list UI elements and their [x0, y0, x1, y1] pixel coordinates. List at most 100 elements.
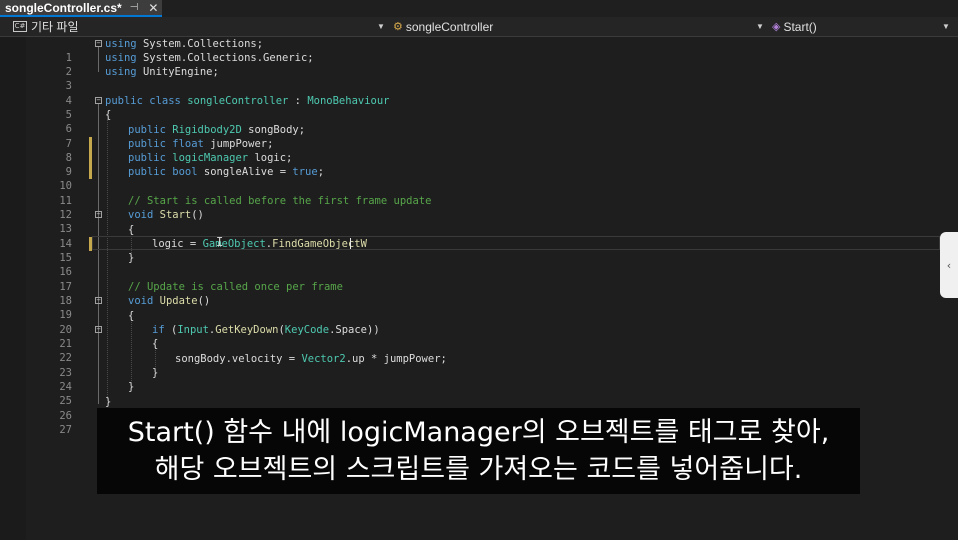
fold-toggle-icon[interactable]: − — [95, 97, 102, 104]
code-line: 3 using UnityEngine; — [0, 65, 940, 92]
fold-toggle-icon[interactable]: − — [95, 40, 102, 47]
pin-icon[interactable]: ⊣ — [130, 2, 139, 13]
keyword: void — [128, 209, 154, 221]
type: Input — [177, 324, 209, 336]
code-line: 6 { — [0, 108, 940, 135]
identifier: logic; — [254, 152, 293, 164]
namespace: UnityEngine; — [142, 66, 219, 78]
fold-toggle-icon[interactable]: − — [95, 297, 102, 304]
keyword: public — [128, 124, 166, 136]
keyword: using — [105, 38, 137, 50]
class-label: songleController — [405, 19, 494, 34]
keyword: public — [105, 95, 143, 107]
identifier: jumpPower; — [210, 138, 274, 150]
fold-toggle-icon[interactable]: − — [95, 211, 102, 218]
punctuation: () — [197, 295, 211, 307]
class-icon: ⚙ — [393, 21, 403, 33]
code-line: 12 // Start is called before the first f… — [0, 194, 940, 221]
code-line: 7 public Rigidbody2D songBody; — [0, 123, 940, 150]
keyword: void — [128, 295, 154, 307]
keyword: using — [105, 66, 137, 78]
identifier: songBody.velocity = — [175, 353, 302, 365]
punctuation: : — [288, 95, 308, 107]
navigation-bar: C# 기타 파일 ▼ ⚙ songleController ▼ ◈ Start(… — [0, 17, 958, 37]
document-tab-strip: songleController.cs* ⊣ ✕ — [0, 0, 958, 17]
subtitle-caption: Start() 함수 내에 logicManager의 오브젝트를 태그로 찾아… — [97, 408, 860, 494]
line-number: 27 — [59, 424, 72, 436]
identifier: songleAlive = — [203, 166, 293, 178]
method-name: Start — [159, 209, 192, 221]
keyword: public — [128, 138, 166, 150]
code-line: 26 } — [0, 395, 940, 422]
chevron-down-icon: ▼ — [756, 22, 764, 31]
ibeam-cursor-icon: I — [216, 235, 224, 249]
code-line: 11 — [0, 180, 940, 207]
code-line: 22 { — [0, 337, 940, 364]
brace: { — [105, 109, 112, 121]
code-line: 18 // Update is called once per frame — [0, 280, 940, 307]
change-marker — [89, 151, 92, 165]
tab-title: songleController.cs* — [5, 0, 122, 15]
keyword: class — [149, 95, 181, 107]
identifier: songBody; — [248, 124, 306, 136]
comment: // Update is called once per frame — [128, 281, 343, 293]
close-icon[interactable]: ✕ — [148, 1, 158, 15]
namespace: System.Collections; — [142, 38, 264, 50]
punctuation: ( — [164, 324, 178, 336]
tab-songlecontroller[interactable]: songleController.cs* ⊣ ✕ — [0, 0, 162, 17]
code-line: 10 public bool songleAlive = true; — [0, 165, 940, 192]
project-dropdown[interactable]: C# 기타 파일 ▼ — [13, 17, 388, 36]
code-line: 9 public logicManager logic; — [0, 151, 940, 178]
text-caret — [350, 238, 351, 249]
type: Vector2 — [301, 353, 346, 365]
type: Rigidbody2D — [172, 124, 242, 136]
brace: } — [105, 396, 112, 408]
class-name: songleController — [187, 95, 289, 107]
code-line: 5 − public class songleController : Mono… — [0, 94, 940, 121]
base-class: MonoBehaviour — [307, 95, 390, 107]
code-line: 19 − void Update() — [0, 294, 940, 321]
keyword: public — [128, 166, 166, 178]
member-dropdown[interactable]: ◈ Start() ▼ — [772, 17, 952, 36]
subtitle-line-1: Start() 함수 내에 logicManager의 오브젝트를 태그로 찾아… — [127, 417, 830, 448]
csharp-project-icon: C# — [13, 21, 27, 32]
code-line: 23 songBody.velocity = Vector2.up * jump… — [0, 352, 940, 379]
type: float — [172, 138, 204, 150]
method-name: Update — [159, 295, 198, 307]
code-line: 15 logic = GameObject.FindGameObjectW — [0, 237, 940, 264]
brace: { — [128, 310, 135, 322]
brace: { — [128, 224, 135, 236]
class-dropdown[interactable]: ⚙ songleController ▼ — [393, 17, 765, 36]
keyword: using — [105, 52, 137, 64]
change-marker — [89, 237, 92, 251]
side-panel-toggle[interactable]: ‹ — [940, 232, 958, 298]
subtitle-line-2: 해당 오브젝트의 스크립트를 가져오는 코드를 넣어줍니다. — [154, 454, 803, 485]
punctuation: ; — [317, 166, 325, 178]
project-label: 기타 파일 — [31, 20, 79, 34]
fold-toggle-icon[interactable]: − — [95, 326, 102, 333]
type: GameObject — [202, 238, 266, 250]
brace: } — [128, 381, 135, 393]
keyword: if — [152, 324, 165, 336]
type: bool — [172, 166, 198, 178]
method-name: GetKeyDown — [215, 324, 279, 336]
code-line: 8 public float jumpPower; — [0, 137, 940, 164]
identifier: .Space)) — [329, 324, 380, 336]
member-label: Start() — [783, 19, 817, 34]
code-line: 4 — [0, 80, 940, 107]
chevron-down-icon: ▼ — [377, 22, 385, 31]
code-line: 20 { — [0, 309, 940, 336]
change-marker — [89, 137, 92, 151]
brace: } — [128, 252, 135, 264]
chevron-left-icon: ‹ — [946, 258, 952, 272]
identifier: logic = — [152, 238, 203, 250]
keyword: true — [292, 166, 318, 178]
type: logicManager — [172, 152, 249, 164]
code-line: 21 − if (Input.GetKeyDown(KeyCode.Space)… — [0, 323, 940, 350]
keyword: public — [128, 152, 166, 164]
method-icon: ◈ — [772, 21, 781, 33]
type: KeyCode — [284, 324, 330, 336]
brace: { — [152, 338, 159, 350]
comment: // Start is called before the first fram… — [128, 195, 432, 207]
code-line: 16 } — [0, 251, 940, 278]
